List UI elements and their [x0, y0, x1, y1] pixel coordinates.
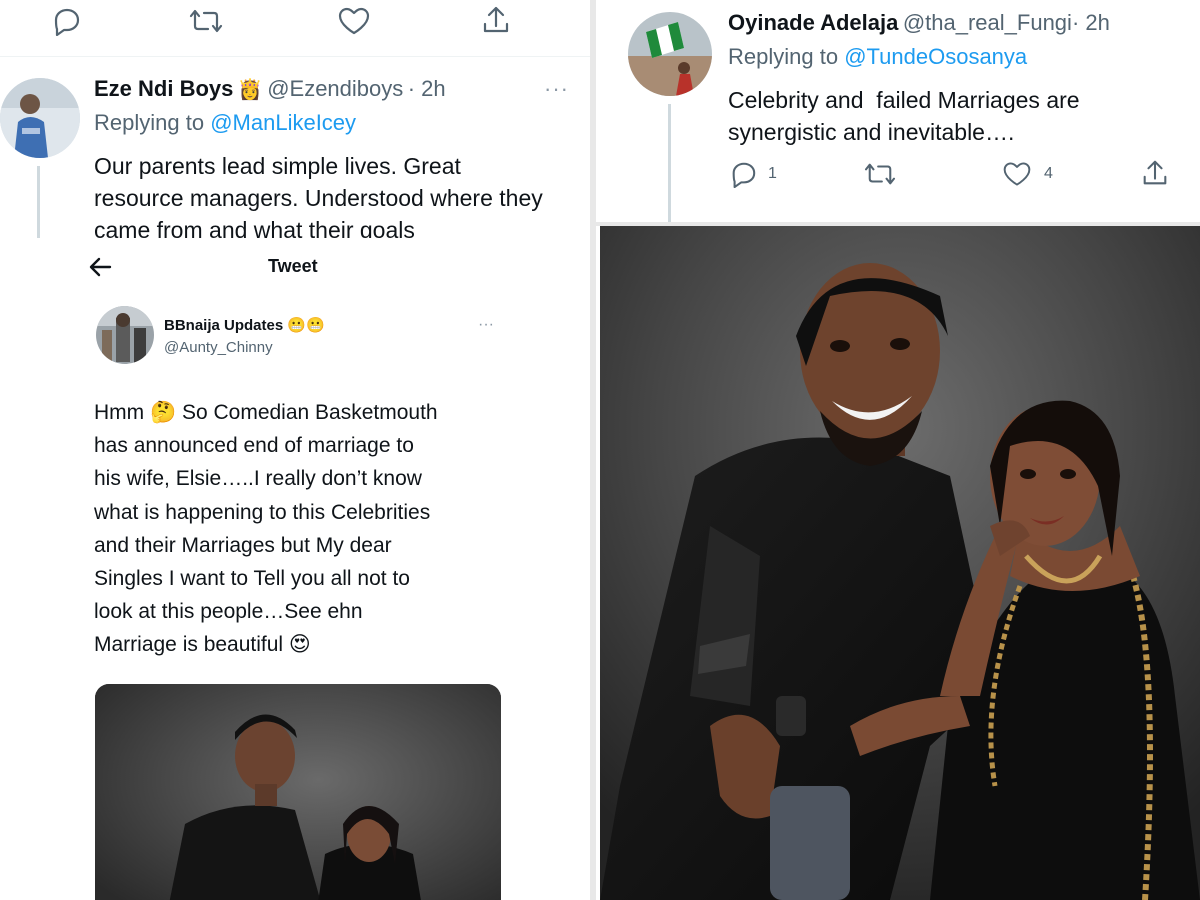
share-icon[interactable]	[1140, 158, 1170, 188]
thread-line	[668, 104, 671, 222]
tweet-photo[interactable]	[95, 684, 501, 900]
replying-handle-link[interactable]: @ManLikeIcey	[210, 110, 356, 135]
tweet-text-line: Singles I want to Tell you all not to	[94, 567, 410, 591]
like-icon[interactable]	[1002, 160, 1032, 188]
replying-label: Replying to	[728, 44, 839, 69]
header-title: Tweet	[268, 256, 318, 276]
back-arrow-icon[interactable]	[88, 256, 112, 278]
tweet-text-line: his wife, Elsie…..I really don’t know	[94, 467, 422, 491]
author-handle[interactable]: @tha_real_Fungi	[903, 10, 1072, 35]
tweet-time[interactable]: · 2h	[1072, 10, 1110, 35]
author-name[interactable]: Eze Ndi Boys	[94, 76, 233, 101]
replying-label: Replying to	[94, 110, 205, 135]
tweet-header: Oyinade Adelaja @tha_real_Fungi· 2h	[728, 10, 1110, 36]
author-name[interactable]: BBnaija Updates 😬😬	[164, 316, 325, 334]
author-name[interactable]: Oyinade Adelaja	[728, 10, 898, 35]
more-icon[interactable]: ···	[544, 76, 569, 102]
tweet-text-line: Marriage is beautiful 😍	[94, 633, 311, 657]
tweet-text: Our parents lead simple lives. Great res…	[94, 153, 543, 238]
like-icon[interactable]	[337, 6, 371, 36]
tweet-text-line: look at this people…See ehn	[94, 600, 363, 624]
author-handle[interactable]: @Aunty_Chinny	[164, 339, 273, 356]
like-count: 4	[1044, 165, 1053, 182]
original-tweet-screen: Tweet BBnaija Updates 😬😬 @Aunty_Chinny ·…	[0, 238, 590, 900]
tweet-header: Eze Ndi Boys 👸 @Ezendiboys · 2h	[94, 76, 446, 102]
tweet-text-line: what is happening to this Celebrities	[94, 500, 431, 524]
avatar[interactable]	[628, 12, 712, 96]
avatar[interactable]	[96, 306, 154, 364]
reply-icon[interactable]	[728, 160, 758, 188]
tweet-time[interactable]: · 2h	[408, 76, 446, 101]
tweet-text-line: and their Marriages but My dear	[94, 533, 392, 557]
replying-to: Replying to @ManLikeIcey	[94, 110, 356, 136]
retweet-icon[interactable]	[864, 160, 896, 188]
replying-to: Replying to @TundeOsosanya	[728, 44, 1027, 70]
like-action[interactable]: 4	[1002, 160, 1053, 188]
reply-action[interactable]: 1	[728, 160, 777, 188]
avatar[interactable]	[0, 78, 80, 158]
crown-badge: 👸	[237, 79, 263, 101]
more-icon[interactable]: ···	[478, 316, 494, 334]
retweet-icon[interactable]	[189, 6, 223, 36]
thread-line	[37, 166, 40, 238]
reply-tweet-eze: Eze Ndi Boys 👸 @Ezendiboys · 2h ··· Repl…	[0, 0, 590, 238]
replying-handle-link[interactable]: @TundeOsosanya	[844, 44, 1027, 69]
tweet-text: Celebrity and failed Marriages are syner…	[728, 84, 1080, 148]
tweet-text-line: has announced end of marriage to	[94, 434, 414, 458]
tweet-text-line: Hmm 🤔 So Comedian Basketmouth	[94, 401, 438, 424]
share-icon[interactable]	[480, 4, 512, 36]
couple-photo	[600, 226, 1200, 900]
tweet-text-line: synergistic and inevitable….	[728, 119, 1015, 145]
tweet-text: Hmm 🤔 So Comedian Basketmouth has announ…	[94, 396, 564, 662]
separator	[0, 56, 590, 57]
reply-count: 1	[768, 165, 777, 182]
reply-icon[interactable]	[50, 6, 82, 36]
author-handle[interactable]: @Ezendiboys	[267, 76, 403, 101]
tweet-text-line: Celebrity and failed Marriages are	[728, 87, 1080, 113]
reply-tweet-oyinade: Oyinade Adelaja @tha_real_Fungi· 2h Repl…	[596, 0, 1200, 222]
